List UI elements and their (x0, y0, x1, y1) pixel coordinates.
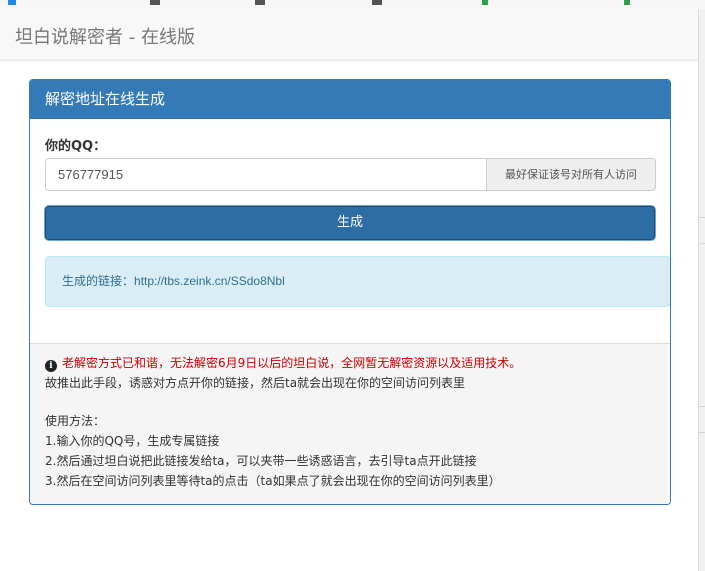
scrollbar-divider (699, 243, 705, 244)
tab-indicator (255, 0, 265, 5)
warning-text: 老解密方式已和谐，无法解密6月9日以后的坦白说，全网暂无解密资源以及适用技术。 (62, 356, 522, 370)
warning-line: i 老解密方式已和谐，无法解密6月9日以后的坦白说，全网暂无解密资源以及适用技术。 (45, 353, 670, 373)
panel-body: 你的QQ： 576777915 最好保证该号对所有人访问 生成 生成的链接：ht… (30, 119, 670, 343)
tab-indicator (150, 0, 160, 5)
qq-input-hint: 最好保证该号对所有人访问 (486, 158, 656, 191)
site-brand[interactable]: 坦白说解密者 - 在线版 (15, 23, 195, 49)
generate-button[interactable]: 生成 (45, 206, 655, 240)
usage-step: 1.输入你的QQ号，生成专属链接 (45, 434, 220, 448)
result-prefix: 生成的链接： (62, 274, 135, 288)
usage-title: 使用方法： (45, 414, 106, 428)
tab-indicator (8, 0, 16, 5)
tab-indicator (372, 0, 382, 5)
qq-input-group: 576777915 最好保证该号对所有人访问 (45, 158, 656, 191)
qq-input[interactable]: 576777915 (45, 158, 499, 191)
scrollbar-divider (699, 406, 705, 407)
page-scrollbar[interactable] (698, 9, 705, 571)
scrollbar-divider (699, 217, 705, 218)
usage-step: 2.然后通过坦白说把此链接发给ta，可以夹带一些诱惑语言，去引导ta点开此链接 (45, 454, 477, 468)
usage-step: 3.然后在空间访问列表里等待ta的点击（ta如果点了就会出现在你的空间访问列表里… (45, 474, 501, 488)
qq-label: 你的QQ： (45, 139, 107, 154)
panel-title: 解密地址在线生成 (30, 80, 670, 119)
result-link[interactable]: http://tbs.zeink.cn/SSdo8Nbl (134, 274, 285, 288)
generator-panel: 解密地址在线生成 你的QQ： 576777915 最好保证该号对所有人访问 生成… (29, 79, 671, 505)
scrollbar-divider (699, 432, 705, 433)
navbar: 坦白说解密者 - 在线版 (0, 9, 698, 61)
panel-footer: i 老解密方式已和谐，无法解密6月9日以后的坦白说，全网暂无解密资源以及适用技术。… (30, 343, 670, 504)
tab-indicator (482, 0, 488, 5)
result-alert: 生成的链接：http://tbs.zeink.cn/SSdo8Nbl (45, 256, 670, 307)
info-icon: i (45, 360, 57, 372)
tab-indicator (624, 0, 630, 5)
note-text: 故推出此手段，诱惑对方点开你的链接，然后ta就会出现在你的空间访问列表里 (45, 376, 466, 390)
